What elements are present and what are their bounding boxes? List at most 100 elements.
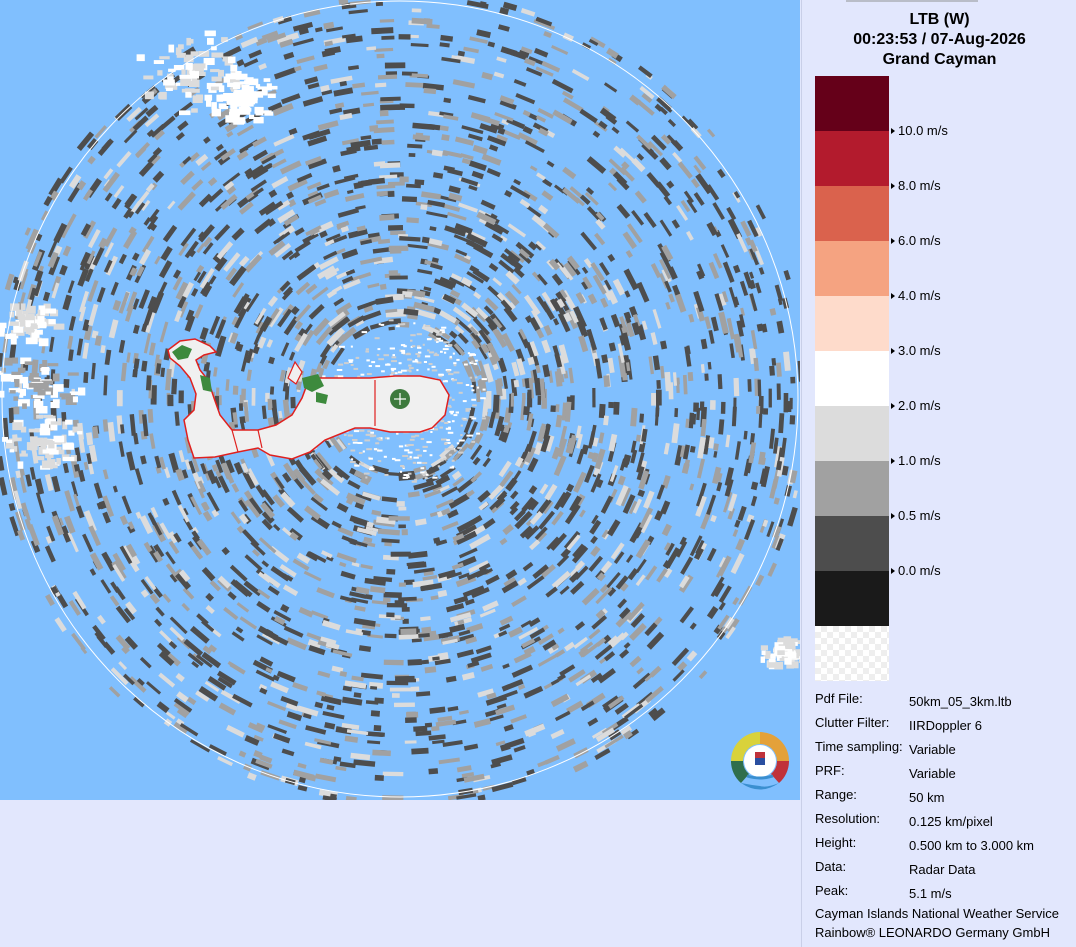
radar-echo <box>336 552 357 564</box>
radar-echo <box>2 437 8 442</box>
radar-echo <box>671 423 680 444</box>
radar-echo <box>446 439 450 442</box>
radar-echo <box>266 339 274 348</box>
radar-echo <box>255 669 276 682</box>
legend-tick <box>891 293 895 299</box>
radar-echo <box>296 264 317 281</box>
radar-echo <box>347 434 353 437</box>
radar-echo <box>586 156 607 174</box>
radar-echo <box>522 392 526 400</box>
radar-echo <box>54 617 67 633</box>
radar-echo <box>375 296 394 305</box>
radar-echo <box>415 448 420 451</box>
radar-echo <box>428 734 446 741</box>
radar-echo <box>231 631 245 642</box>
info-label: Resolution: <box>815 811 881 826</box>
radar-echo <box>447 168 463 177</box>
radar-echo <box>350 364 354 366</box>
radar-echo <box>511 283 522 295</box>
radar-echo <box>366 448 372 451</box>
radar-echo <box>505 569 518 580</box>
radar-echo <box>774 662 784 670</box>
radar-echo <box>529 165 538 172</box>
radar-echo <box>517 577 527 586</box>
radar-echo <box>165 368 172 391</box>
radar-echo <box>22 403 27 409</box>
radar-echo <box>87 279 99 302</box>
radar-echo <box>189 739 211 753</box>
radar-echo <box>396 501 405 507</box>
radar-echo <box>552 318 560 326</box>
radar-echo <box>400 470 403 473</box>
radar-echo <box>470 385 474 388</box>
radar-echo <box>22 380 28 389</box>
radar-echo <box>748 442 757 464</box>
radar-echo <box>677 161 693 179</box>
radar-echo <box>588 628 601 640</box>
radar-echo <box>541 190 554 201</box>
radar-echo <box>154 255 162 265</box>
radar-echo <box>787 506 798 527</box>
radar-echo <box>19 320 26 327</box>
radar-echo <box>168 44 175 53</box>
radar-echo <box>339 345 345 348</box>
radar-echo <box>447 344 453 347</box>
radar-echo <box>244 254 263 273</box>
radar-echo <box>789 415 796 425</box>
radar-echo <box>707 361 712 370</box>
radar-echo <box>38 338 49 347</box>
radar-echo <box>398 362 402 365</box>
legend-tick <box>891 513 895 519</box>
radar-echo <box>448 330 458 339</box>
radar-echo <box>413 725 428 732</box>
radar-echo <box>62 443 75 450</box>
legend-panel: LTB (W) 00:23:53 / 07-Aug-2026 Grand Cay… <box>801 0 1076 947</box>
radar-echo <box>471 417 477 420</box>
radar-echo <box>104 349 112 366</box>
radar-echo <box>623 642 631 649</box>
radar-echo <box>415 691 431 697</box>
radar-echo <box>360 135 372 141</box>
radar-echo <box>425 325 431 327</box>
radar-echo <box>198 51 210 57</box>
radar-echo <box>273 733 291 744</box>
radar-echo <box>350 461 356 463</box>
radar-echo <box>580 231 598 251</box>
radar-echo <box>292 37 314 47</box>
radar-echo <box>559 664 576 677</box>
radar-echo <box>160 367 166 378</box>
radar-echo <box>163 79 175 86</box>
radar-echo <box>389 247 402 254</box>
radar-echo <box>481 417 486 420</box>
radar-echo <box>411 480 417 483</box>
radar-echo <box>271 176 289 189</box>
info-value: 50 km <box>909 790 945 805</box>
radar-echo <box>28 428 40 433</box>
radar-echo <box>636 153 645 161</box>
radar-echo <box>416 461 422 464</box>
radar-echo <box>386 363 390 366</box>
radar-echo <box>205 604 215 615</box>
radar-echo <box>370 431 374 434</box>
radar-echo <box>113 184 125 198</box>
radar-echo <box>24 361 35 365</box>
radar-echo <box>631 210 645 226</box>
radar-echo <box>607 182 618 192</box>
radar-echo <box>14 379 20 383</box>
radar-echo <box>176 52 186 58</box>
radar-echo <box>225 115 236 123</box>
radar-echo <box>102 469 109 480</box>
radar-echo <box>474 376 478 379</box>
radar-map[interactable] <box>0 0 800 800</box>
radar-echo <box>528 617 541 627</box>
radar-echo <box>440 34 454 42</box>
radar-echo <box>420 467 425 470</box>
radar-echo <box>623 268 639 291</box>
radar-echo <box>469 354 473 357</box>
info-value: 5.1 m/s <box>909 886 952 901</box>
radar-echo <box>414 478 418 481</box>
radar-echo <box>583 257 594 269</box>
radar-echo <box>360 563 373 570</box>
radar-echo <box>333 297 345 307</box>
radar-echo <box>408 152 416 158</box>
